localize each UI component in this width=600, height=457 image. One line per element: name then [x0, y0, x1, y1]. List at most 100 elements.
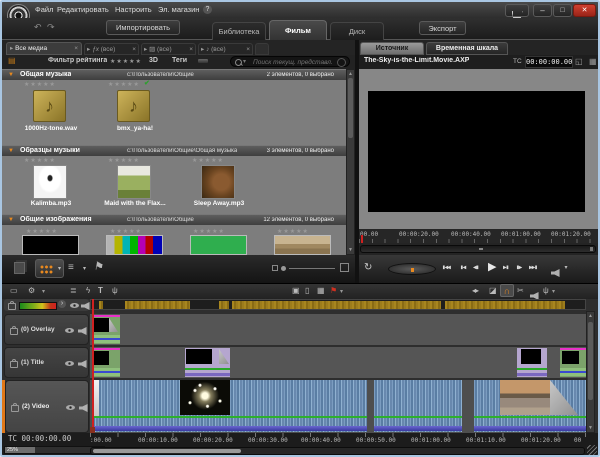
eye-icon[interactable]	[65, 328, 74, 333]
dual-view-icon[interactable]: ▦	[589, 57, 597, 66]
split-clip-icon[interactable]: ✂	[517, 286, 524, 295]
player-tab-timeline[interactable]: Временная шкала	[426, 42, 508, 55]
caret-icon[interactable]: ▾	[552, 288, 555, 295]
zoom-in-icon[interactable]	[340, 263, 349, 272]
scroll-up-icon[interactable]: ▲	[348, 71, 353, 77]
section-header-common-music[interactable]: ▼ Общая музыка с:\Пользователи\Общие 2 э…	[2, 69, 346, 80]
media-item-green-image[interactable]	[190, 235, 247, 255]
library-tab-music[interactable]: ▸ ♪ (все) ×	[198, 43, 253, 55]
item-rating-stars[interactable]: ★★★★★	[108, 157, 140, 164]
library-scrollbar[interactable]: ▲ ▼	[346, 69, 355, 255]
media-item[interactable]: ★★★★★ ✔ ♪ bmx_ya-ha!	[104, 81, 166, 141]
library-tab-effects[interactable]: ▸ ƒx (все) ×	[84, 43, 139, 55]
collapse-icon[interactable]: ▼	[8, 72, 14, 78]
item-rating-stars[interactable]: ★★★★★	[108, 81, 140, 88]
collapse-icon[interactable]: ▼	[8, 217, 14, 223]
lock-icon[interactable]	[10, 328, 18, 335]
undo-icon[interactable]: ↶	[34, 22, 42, 33]
scrubber-thumb[interactable]	[479, 248, 483, 250]
timeline-playhead[interactable]	[92, 299, 94, 433]
video-clip-beach-thumbnail[interactable]	[500, 380, 550, 415]
speaker-icon[interactable]	[78, 327, 87, 335]
section-header-music-samples[interactable]: ▼ Образцы музыки с:\Пользователи\Общие\О…	[2, 145, 346, 156]
play-button[interactable]: ▶	[488, 260, 496, 273]
item-rating-stars[interactable]: ★★★★★	[110, 228, 142, 235]
item-rating-stars[interactable]: ★★★★★	[26, 228, 58, 235]
video-preview[interactable]	[368, 91, 585, 212]
track-header-overlay[interactable]: (0) Overlay	[4, 314, 89, 345]
tab-library[interactable]: Библиотека	[212, 22, 266, 40]
tags-slider[interactable]	[197, 58, 209, 64]
step-back-button[interactable]: ◀▮	[473, 264, 478, 271]
add-collection-icon[interactable]: ▤	[8, 57, 16, 65]
library-tab-stub[interactable]	[255, 43, 269, 55]
item-rating-stars[interactable]: ★★★★★	[24, 81, 56, 88]
player-scrubber[interactable]	[360, 245, 596, 253]
video-clip[interactable]	[374, 380, 462, 432]
eye-icon[interactable]	[70, 303, 79, 308]
close-tab-icon[interactable]: ×	[246, 44, 250, 55]
video-clip-fireworks-thumbnail[interactable]	[180, 380, 230, 415]
frame-grab-icon[interactable]: ◱	[575, 57, 583, 66]
timeline-settings-icon[interactable]: ▭	[10, 286, 18, 295]
rating-filter-stars[interactable]: ★★★★★	[110, 58, 142, 65]
collapse-icon[interactable]: ▼	[8, 148, 14, 154]
tags-label[interactable]: Теги	[172, 57, 187, 64]
player-tab-source[interactable]: Источник	[360, 42, 424, 55]
player-playhead[interactable]	[361, 235, 363, 243]
loop-playback-icon[interactable]: ↻	[364, 262, 372, 273]
jog-wheel[interactable]	[388, 263, 436, 275]
maximize-button[interactable]: □	[553, 4, 572, 17]
grid-view-button[interactable]: ▾	[35, 259, 64, 278]
close-tab-icon[interactable]: ×	[132, 44, 136, 55]
title-clip[interactable]	[92, 348, 120, 377]
timeline-ruler[interactable]: :00.00 00:00:10.00 00:00:20.00 00:00:30.…	[90, 433, 586, 446]
camera-icon[interactable]: ▦	[317, 286, 325, 295]
magnet-snap-button[interactable]: ∩	[500, 284, 514, 297]
hscrollbar-thumb[interactable]	[93, 449, 241, 453]
gear-icon[interactable]: ⚙	[28, 286, 35, 295]
menu-store[interactable]: Эл. магазин	[158, 5, 199, 14]
lock-icon[interactable]	[11, 405, 19, 412]
audio-mixer-icon[interactable]: ≣	[70, 286, 77, 295]
search-input[interactable]	[251, 57, 341, 68]
marker-icon[interactable]: ⚑	[330, 286, 337, 295]
tab-export[interactable]: Экспорт	[419, 21, 466, 35]
lock-icon[interactable]	[10, 361, 18, 368]
speaker-icon[interactable]	[78, 360, 87, 368]
overlay-clip[interactable]	[92, 315, 120, 344]
section-header-common-images[interactable]: ▼ Общие изображения с:\Пользователи\Общи…	[2, 214, 346, 225]
media-item[interactable]: ★★★★★ Maid with the Flax...	[102, 157, 168, 213]
help-icon[interactable]: ?	[203, 5, 212, 14]
player-ruler[interactable]: 00.00 00:00:20.00 00:00:40.00 00:01:00.0…	[359, 229, 598, 243]
list-view-button[interactable]: ≡ ▾	[66, 261, 88, 276]
redo-icon[interactable]: ↷	[47, 22, 55, 33]
scrollbar-thumb[interactable]	[348, 78, 353, 138]
menu-setup[interactable]: Настроить	[115, 5, 152, 14]
zoom-out-icon[interactable]	[272, 265, 278, 271]
trim-mode-icon[interactable]: ◂▸	[472, 286, 478, 295]
voiceover-mic-icon[interactable]: ψ	[112, 286, 118, 295]
rating-filter-label[interactable]: Фильтр рейтинга	[48, 57, 107, 64]
caret-icon[interactable]: ▾	[340, 288, 343, 295]
title-clip[interactable]	[560, 348, 586, 377]
next-clip-button[interactable]: ▮▶	[516, 264, 521, 271]
search-box[interactable]: ▾	[230, 56, 350, 67]
prev-clip-button[interactable]: ▮◀	[460, 264, 465, 271]
scrollbar-thumb[interactable]	[588, 322, 593, 400]
title-track-lane[interactable]	[90, 347, 586, 378]
speaker-icon[interactable]	[79, 404, 88, 412]
title-clip[interactable]	[517, 348, 547, 377]
overlay-track-lane[interactable]	[90, 314, 586, 345]
timeline-timecode[interactable]: TC 00:00:00.00	[8, 434, 71, 443]
library-tab-photos[interactable]: ▸ ▨ (все) ×	[141, 43, 196, 55]
thumbnail-zoom-slider[interactable]	[289, 268, 335, 269]
scroll-down-icon[interactable]: ▼	[348, 247, 353, 253]
tab-movie[interactable]: Фильм	[269, 20, 327, 40]
timeline-hscrollbar[interactable]	[90, 447, 585, 455]
title-editor-icon[interactable]: T	[98, 286, 103, 295]
track-header-video[interactable]: (2) Video	[5, 380, 89, 433]
media-item-photo[interactable]	[274, 235, 331, 255]
track-header-title[interactable]: (1) Title	[4, 347, 89, 378]
timeline-navigator[interactable]	[90, 299, 586, 310]
